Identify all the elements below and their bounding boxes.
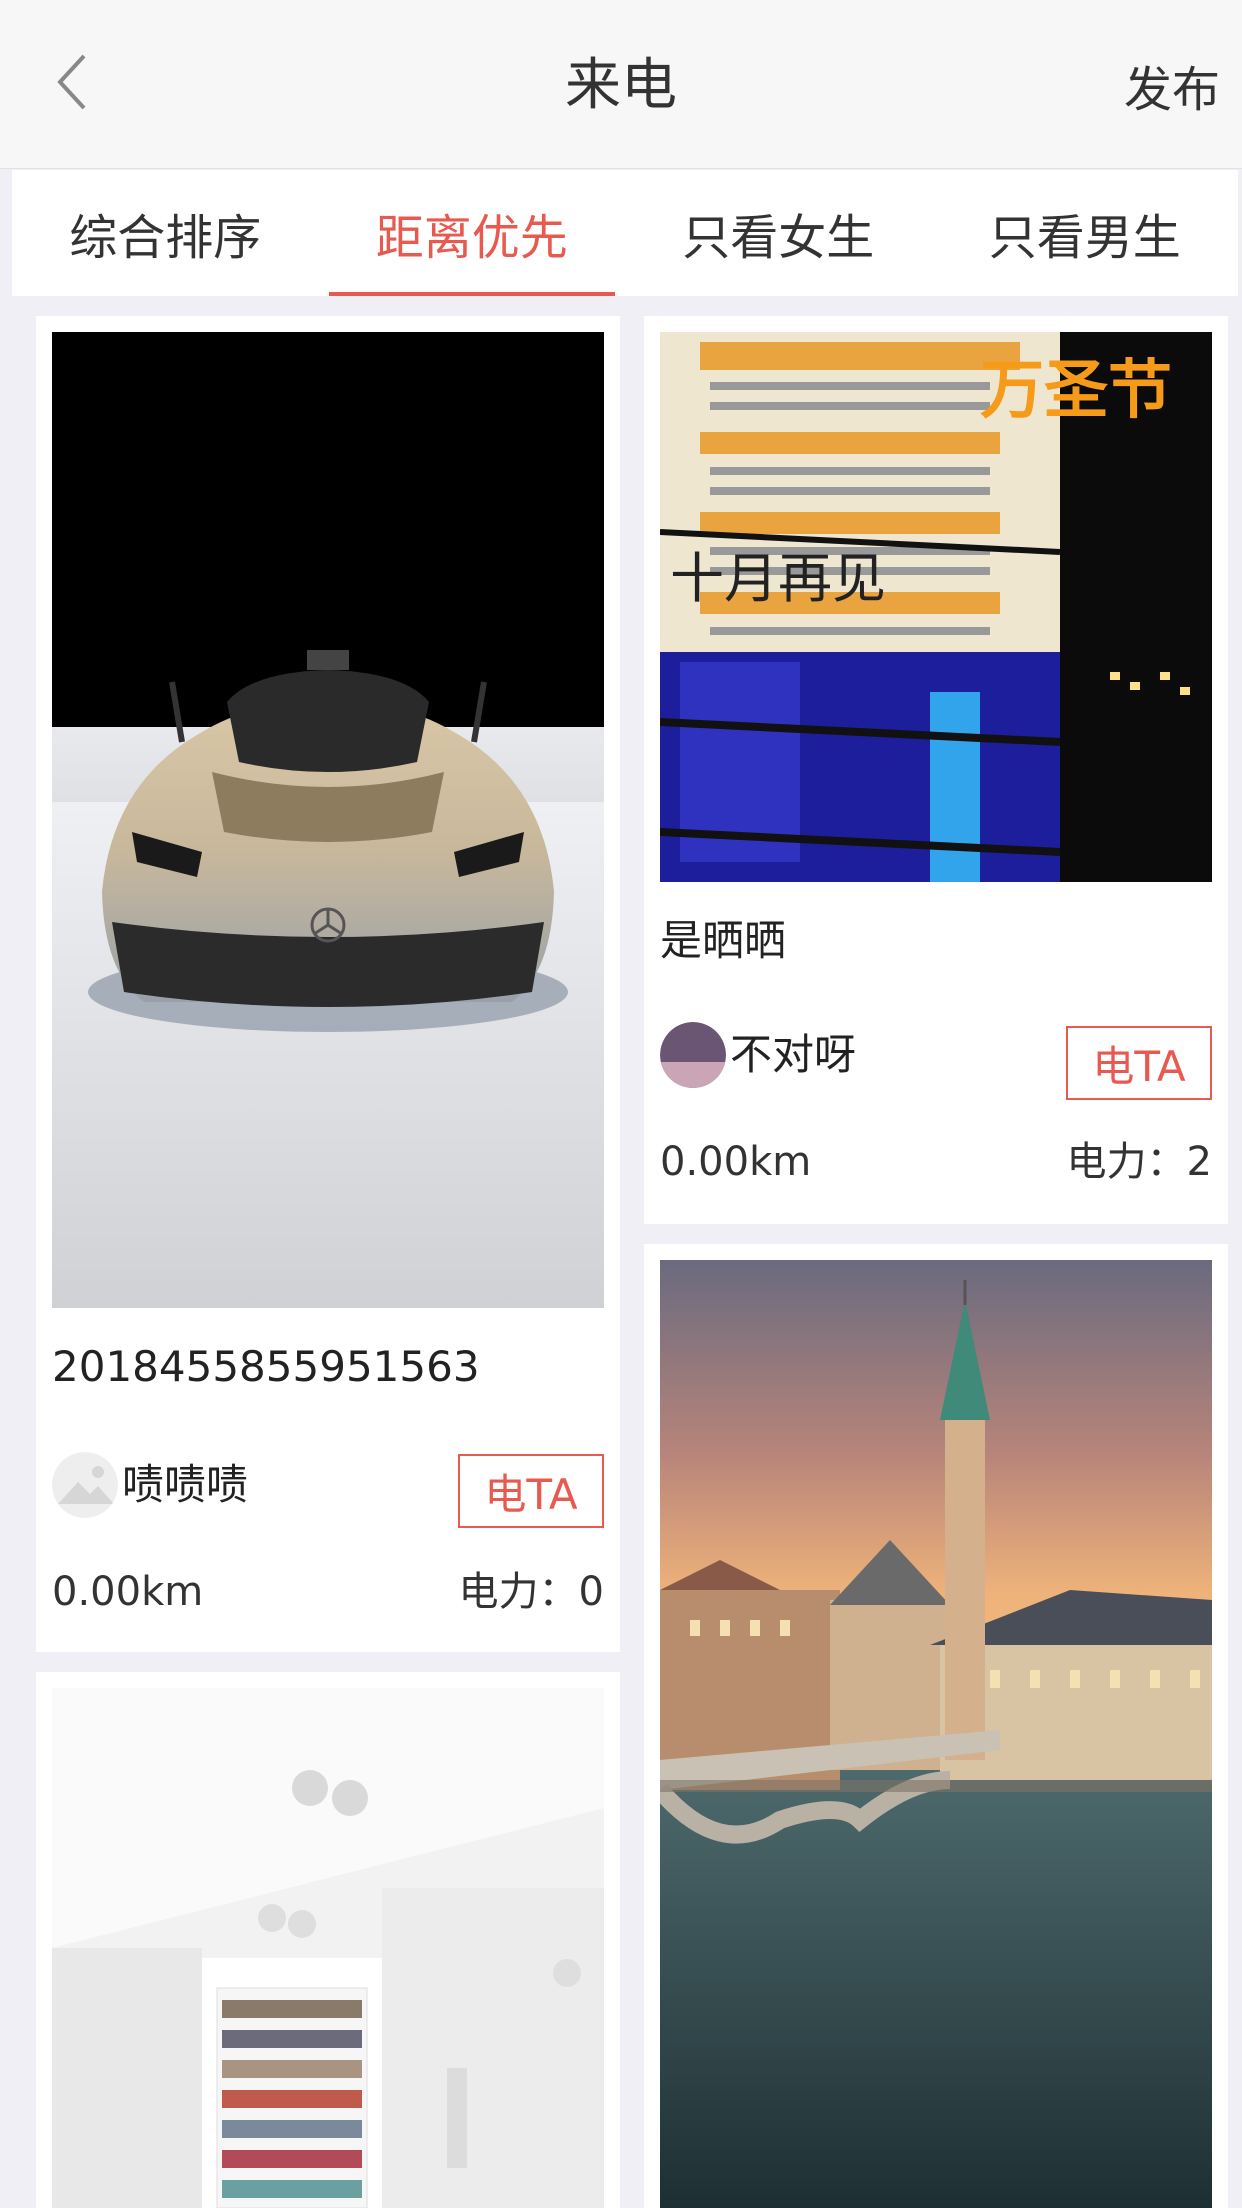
post-image[interactable] xyxy=(52,332,604,1308)
avatar[interactable] xyxy=(52,1452,118,1518)
tab-male-only[interactable]: 只看男生 xyxy=(932,170,1239,296)
page-title: 来电 xyxy=(565,53,677,118)
halloween-overlay-text: 万圣节 xyxy=(980,354,1172,428)
filter-tabs: 综合排序 距离优先 只看女生 只看男生 xyxy=(12,170,1238,296)
station-sign-photo: 万圣节 十月再见 xyxy=(660,332,1212,882)
post-image[interactable]: 万圣节 十月再见 xyxy=(660,332,1212,882)
call-ta-button[interactable]: 电TA xyxy=(1066,1026,1212,1100)
post-caption: 2018455855951563 xyxy=(52,1342,480,1391)
call-ta-button[interactable]: 电TA xyxy=(458,1454,604,1528)
post-card[interactable]: 2018455855951563 啧啧啧 电TA 0.00km 电力：0 xyxy=(36,316,620,1652)
publish-button[interactable]: 发布 xyxy=(1124,60,1220,120)
church-river-photo xyxy=(660,1260,1212,2208)
post-card[interactable] xyxy=(36,1672,620,2208)
post-card[interactable] xyxy=(644,1244,1228,2208)
author-name: 啧啧啧 xyxy=(122,1460,249,1509)
avatar[interactable] xyxy=(660,1022,726,1088)
distance-label: 0.00km xyxy=(52,1569,204,1615)
post-author[interactable]: 不对呀 xyxy=(660,1022,856,1088)
white-room-photo xyxy=(52,1688,604,2208)
tab-overall[interactable]: 综合排序 xyxy=(12,170,319,296)
sports-car-photo xyxy=(52,332,604,1308)
power-label: 电力：2 xyxy=(1066,1139,1212,1185)
post-image[interactable] xyxy=(660,1260,1212,2208)
post-caption: 是晒晒 xyxy=(660,916,787,965)
tab-distance[interactable]: 距离优先 xyxy=(319,170,626,296)
post-card[interactable]: 万圣节 十月再见 是晒晒 不对呀 电TA 0.00km 电力：2 xyxy=(644,316,1228,1224)
distance-label: 0.00km xyxy=(660,1139,812,1185)
navigation-bar: 来电 发布 xyxy=(0,0,1242,169)
power-label: 电力：0 xyxy=(458,1569,604,1615)
post-author[interactable]: 啧啧啧 xyxy=(52,1452,248,1518)
post-image[interactable] xyxy=(52,1688,604,2208)
author-name: 不对呀 xyxy=(730,1030,857,1079)
october-overlay-text: 十月再见 xyxy=(670,547,886,610)
tab-female-only[interactable]: 只看女生 xyxy=(625,170,932,296)
